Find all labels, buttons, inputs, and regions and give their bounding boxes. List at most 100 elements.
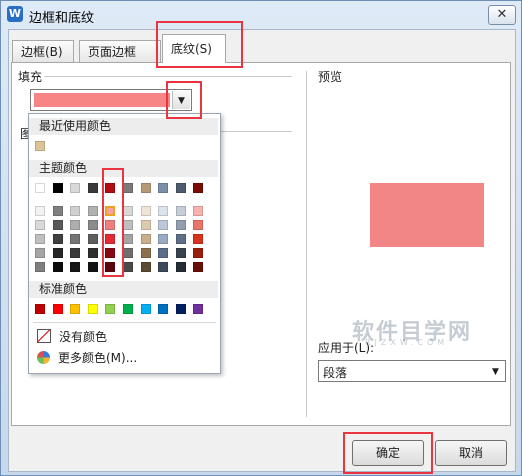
theme-color-swatch[interactable] bbox=[193, 183, 204, 193]
theme-shade-swatch[interactable] bbox=[158, 220, 169, 230]
recent-color-swatch[interactable] bbox=[35, 141, 45, 151]
theme-shade-swatch[interactable] bbox=[175, 248, 186, 258]
chevron-down-icon[interactable]: ▼ bbox=[487, 362, 504, 380]
theme-shade-swatch[interactable] bbox=[123, 234, 133, 244]
theme-shade-swatch[interactable] bbox=[175, 220, 186, 230]
theme-shade-swatch[interactable] bbox=[87, 248, 98, 258]
theme-shade-swatch[interactable] bbox=[193, 206, 204, 216]
theme-shade-swatch[interactable] bbox=[140, 206, 151, 216]
standard-color-swatch[interactable] bbox=[35, 304, 45, 314]
theme-shade-swatch[interactable] bbox=[35, 262, 45, 272]
theme-shade-swatch[interactable] bbox=[123, 220, 133, 230]
theme-shade-swatch[interactable] bbox=[175, 206, 186, 216]
theme-shade-swatch[interactable] bbox=[158, 206, 169, 216]
more-colors-label: 更多颜色(M)... bbox=[58, 351, 138, 365]
theme-shade-swatch[interactable] bbox=[158, 262, 169, 272]
theme-shade-swatch[interactable] bbox=[105, 234, 116, 244]
theme-shade-swatch[interactable] bbox=[123, 206, 133, 216]
fill-group-label: 填充 bbox=[18, 70, 43, 84]
dialog-title: 边框和底纹 bbox=[29, 11, 95, 26]
theme-shade-swatch[interactable] bbox=[70, 234, 81, 244]
theme-shade-swatch[interactable] bbox=[105, 206, 116, 216]
no-color-icon bbox=[37, 329, 51, 343]
theme-shade-swatch[interactable] bbox=[105, 248, 116, 258]
theme-shade-swatch[interactable] bbox=[87, 234, 98, 244]
theme-shade-swatch[interactable] bbox=[52, 262, 63, 272]
tab-page-border[interactable]: 页面边框(P) bbox=[79, 40, 161, 81]
theme-shade-swatch[interactable] bbox=[35, 206, 45, 216]
theme-shade-swatch[interactable] bbox=[87, 206, 98, 216]
theme-shade-swatch[interactable] bbox=[70, 220, 81, 230]
theme-shade-swatch[interactable] bbox=[123, 262, 133, 272]
standard-color-swatch[interactable] bbox=[105, 304, 116, 314]
theme-shade-swatch[interactable] bbox=[35, 248, 45, 258]
theme-shade-swatch[interactable] bbox=[140, 262, 151, 272]
theme-shade-swatch[interactable] bbox=[52, 234, 63, 244]
chevron-down-icon[interactable]: ▼ bbox=[172, 91, 190, 109]
theme-color-swatch[interactable] bbox=[105, 183, 116, 193]
theme-color-swatch[interactable] bbox=[123, 183, 133, 193]
fill-color-dropdown[interactable]: ▼ bbox=[30, 89, 192, 111]
theme-shade-swatch[interactable] bbox=[105, 262, 116, 272]
standard-color-swatch[interactable] bbox=[70, 304, 81, 314]
theme-shade-swatch[interactable] bbox=[193, 220, 204, 230]
theme-shade-swatch[interactable] bbox=[193, 234, 204, 244]
theme-shade-swatch[interactable] bbox=[123, 248, 133, 258]
theme-color-swatch[interactable] bbox=[175, 183, 186, 193]
theme-shade-swatch[interactable] bbox=[158, 234, 169, 244]
theme-shade-swatch[interactable] bbox=[105, 220, 116, 230]
popup-divider bbox=[33, 322, 216, 323]
theme-shade-swatch[interactable] bbox=[87, 262, 98, 272]
preview-divider bbox=[306, 71, 307, 417]
standard-colors-heading: 标准颜色 bbox=[29, 281, 218, 298]
standard-color-swatch[interactable] bbox=[193, 304, 204, 314]
theme-shade-swatch[interactable] bbox=[52, 248, 63, 258]
preview-box bbox=[370, 183, 484, 247]
theme-shade-swatch[interactable] bbox=[158, 248, 169, 258]
color-picker-popup: 最近使用颜色 主题颜色 标准颜色 没有颜色 更多颜色(M)... bbox=[28, 113, 221, 374]
theme-colors-heading: 主题颜色 bbox=[29, 160, 218, 177]
theme-shade-swatch[interactable] bbox=[140, 234, 151, 244]
theme-color-swatch[interactable] bbox=[70, 183, 81, 193]
tab-shading[interactable]: 底纹(S) bbox=[162, 34, 226, 63]
recent-colors-heading: 最近使用颜色 bbox=[29, 118, 218, 135]
standard-color-swatch[interactable] bbox=[158, 304, 169, 314]
theme-shade-swatch[interactable] bbox=[70, 248, 81, 258]
theme-shade-swatch[interactable] bbox=[175, 234, 186, 244]
theme-shade-swatch[interactable] bbox=[193, 248, 204, 258]
standard-color-swatch[interactable] bbox=[87, 304, 98, 314]
close-button[interactable]: ✕ bbox=[488, 5, 516, 25]
more-colors-item[interactable]: 更多颜色(M)... bbox=[37, 348, 137, 368]
tab-borders[interactable]: 边框(B) bbox=[12, 40, 74, 62]
theme-shade-swatch[interactable] bbox=[52, 206, 63, 216]
theme-shade-swatch[interactable] bbox=[52, 220, 63, 230]
fill-color-swatch bbox=[34, 93, 170, 107]
theme-shade-swatch[interactable] bbox=[87, 220, 98, 230]
color-wheel-icon bbox=[37, 351, 50, 364]
standard-color-swatch[interactable] bbox=[175, 304, 186, 314]
theme-shade-swatch[interactable] bbox=[70, 262, 81, 272]
theme-shade-swatch[interactable] bbox=[70, 206, 81, 216]
watermark-sub: RJZXW.COM bbox=[365, 338, 449, 347]
borders-and-shading-dialog: W 边框和底纹 ✕ 边框(B) 页面边框(P) 底纹(S) 填充 ▼ 图 预览 bbox=[0, 0, 522, 476]
apply-to-select[interactable]: 段落 ▼ bbox=[318, 360, 506, 382]
theme-color-swatch[interactable] bbox=[140, 183, 151, 193]
theme-shade-swatch[interactable] bbox=[193, 262, 204, 272]
standard-color-swatch[interactable] bbox=[140, 304, 151, 314]
theme-shade-swatch[interactable] bbox=[140, 220, 151, 230]
standard-color-swatch[interactable] bbox=[52, 304, 63, 314]
no-color-item[interactable]: 没有颜色 bbox=[37, 327, 107, 347]
ok-button[interactable]: 确定 bbox=[352, 440, 424, 466]
no-color-label: 没有颜色 bbox=[59, 330, 108, 344]
theme-color-swatch[interactable] bbox=[35, 183, 45, 193]
preview-label: 预览 bbox=[318, 70, 343, 84]
theme-color-swatch[interactable] bbox=[52, 183, 63, 193]
theme-color-swatch[interactable] bbox=[158, 183, 169, 193]
theme-shade-swatch[interactable] bbox=[35, 220, 45, 230]
theme-shade-swatch[interactable] bbox=[35, 234, 45, 244]
theme-color-swatch[interactable] bbox=[87, 183, 98, 193]
standard-color-swatch[interactable] bbox=[123, 304, 133, 314]
theme-shade-swatch[interactable] bbox=[175, 262, 186, 272]
theme-shade-swatch[interactable] bbox=[140, 248, 151, 258]
cancel-button[interactable]: 取消 bbox=[435, 440, 507, 466]
